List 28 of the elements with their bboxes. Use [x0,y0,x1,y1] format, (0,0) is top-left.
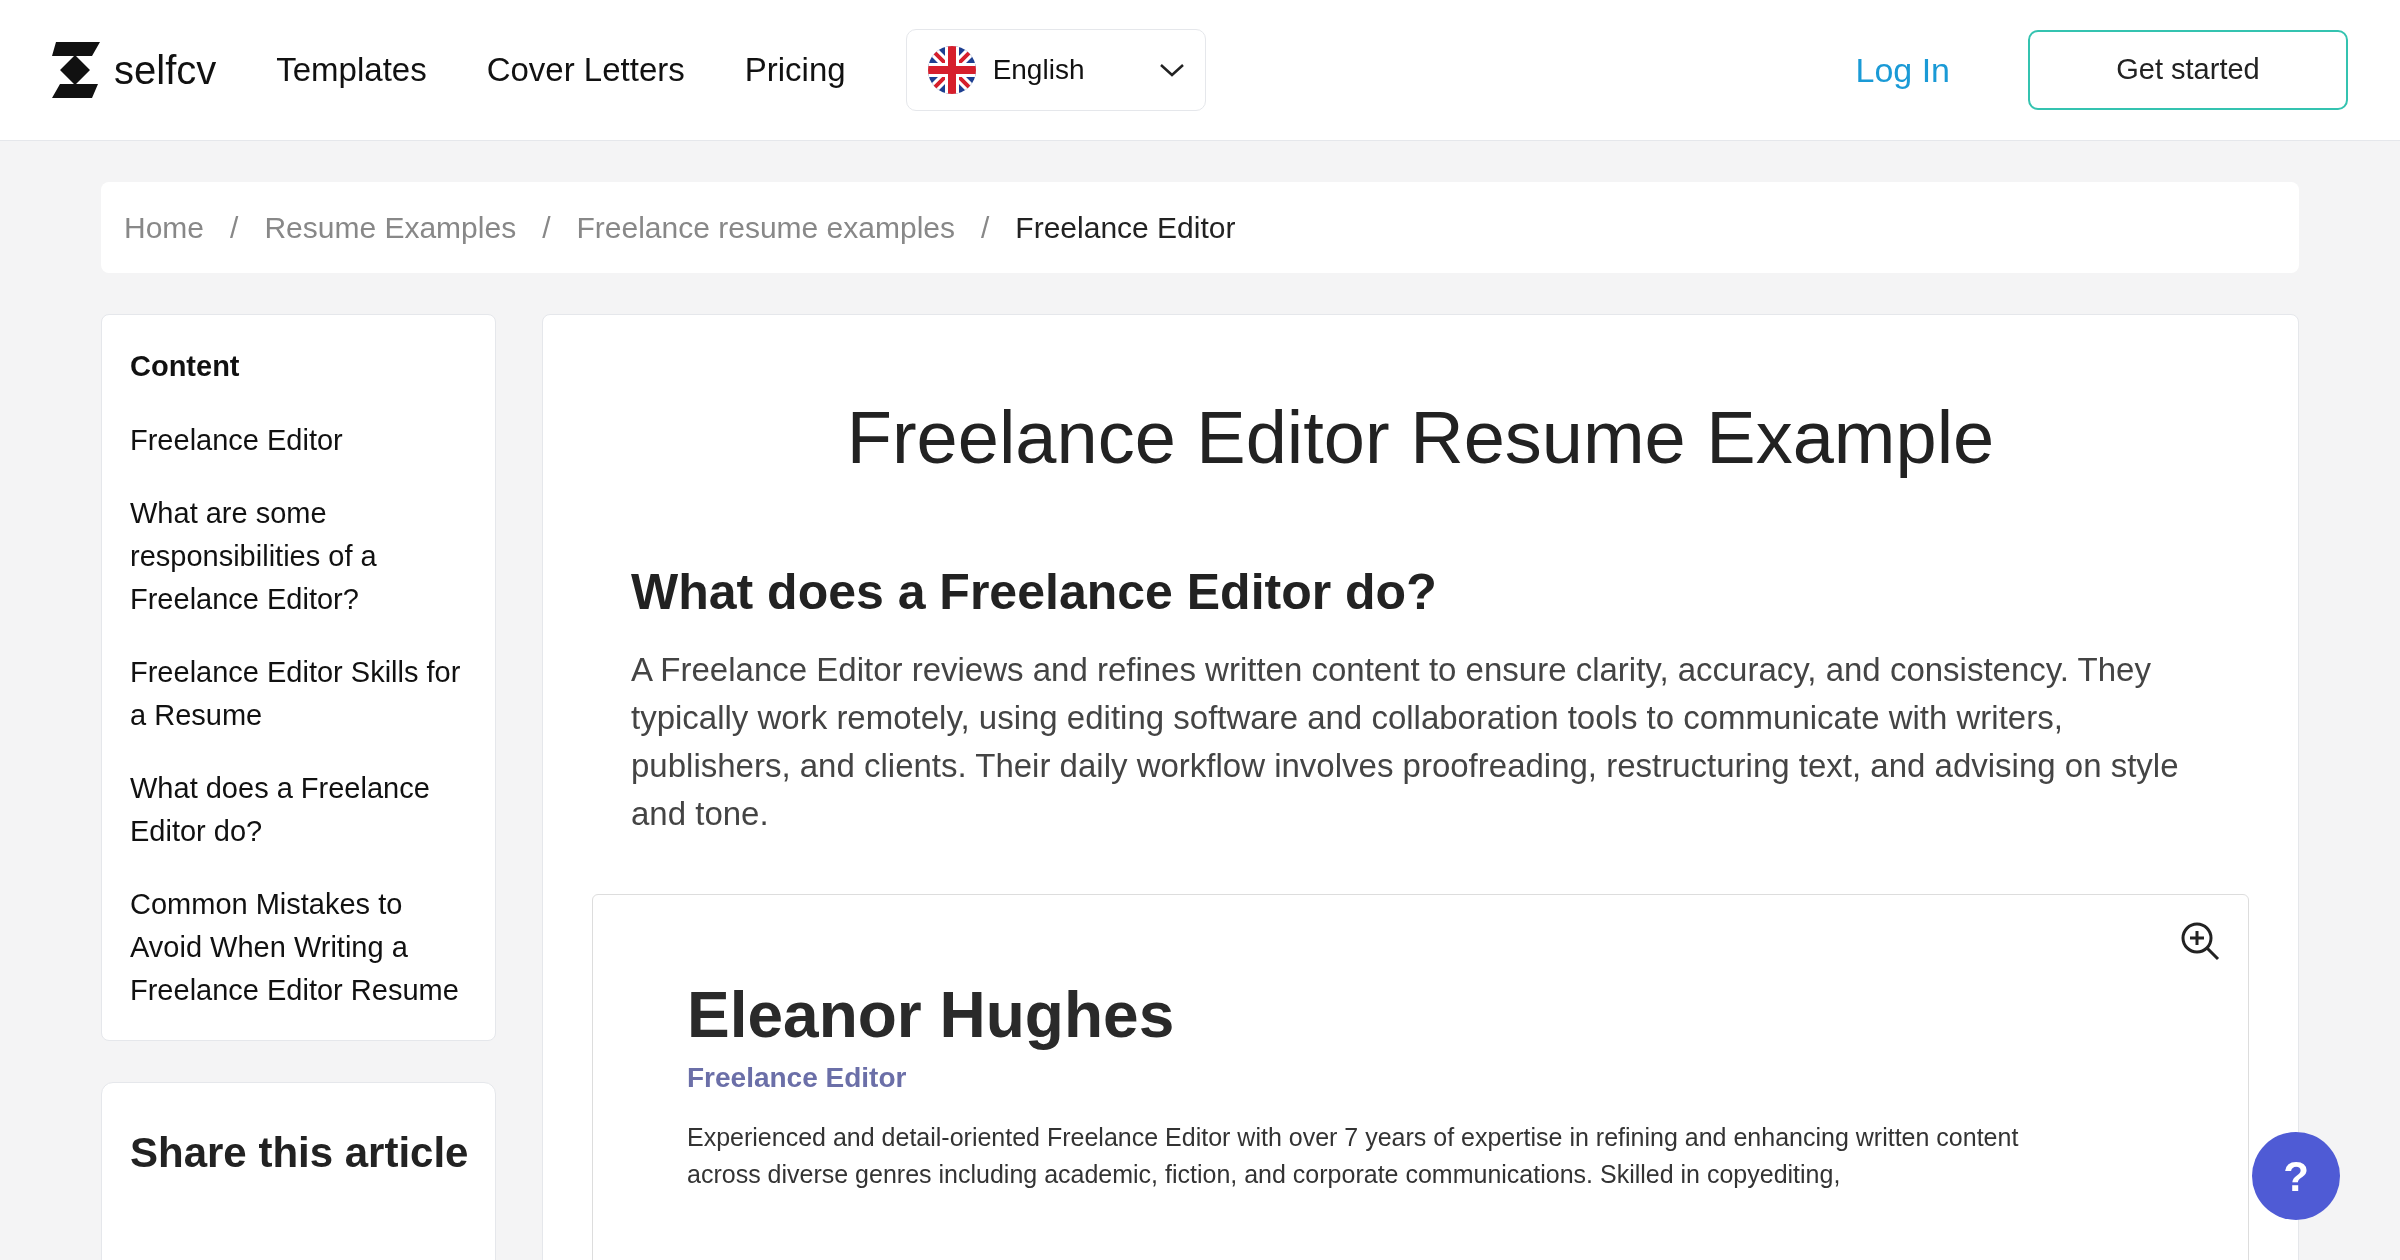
breadcrumb-link[interactable]: Resume Examples [264,205,517,250]
contents-link[interactable]: Freelance Editor [130,418,467,462]
contents-link[interactable]: What does a Freelance Editor do? [130,766,467,853]
contents-link[interactable]: Freelance Editor Skills for a Resume [130,650,467,737]
section-heading: What does a Freelance Editor do? [631,563,1438,622]
breadcrumb-separator: / [981,210,990,246]
contents-link[interactable]: What are some responsibilities of a Freelance Editor? [130,491,467,621]
breadcrumb-separator: / [542,210,551,246]
share-title: Share this article [130,1127,467,1178]
resume-role: Freelance Editor [687,1061,908,1095]
nav-link[interactable]: Cover Letters [486,45,685,95]
nav-link[interactable]: Pricing [744,45,846,95]
get-started-button[interactable]: Get started [2028,30,2348,110]
breadcrumb-link[interactable]: Freelance resume examples [576,205,955,250]
zoom-in-icon[interactable] [2180,921,2220,961]
breadcrumb-link[interactable]: Home [124,205,205,250]
current-page-label: Freelance Editor [1015,210,1236,246]
logo-icon [52,42,102,98]
contents-title: Content [130,349,241,384]
resume-summary: Experienced and detail-oriented Freelance Editor with over 7 years of expertise in refining and enhancing written content across diverse genres including academic, fiction, and corporate communications. Skilled in copyediting, [687,1122,2020,1190]
help-button[interactable]: ? [2252,1132,2340,1220]
language-select[interactable]: English [905,29,1206,111]
nav-link[interactable]: Templates [276,45,427,95]
section-paragraph: A Freelance Editor reviews and refines written content to ensure clarity, accuracy, and consistency. They typically work remotely, using editing software and collaboration tools to communicate with writers, publishers, and clients. Their daily workflow involves proofreading, restructuring text, and advising on style and tone. [631,650,2180,834]
contents-link[interactable]: Common Mistakes to Avoid When Writing a Freelance Editor Resume [130,882,467,1012]
breadcrumb-separator: / [230,210,239,246]
brand-name[interactable]: selfcv [114,40,217,100]
chevron-down-icon [1158,62,1185,78]
